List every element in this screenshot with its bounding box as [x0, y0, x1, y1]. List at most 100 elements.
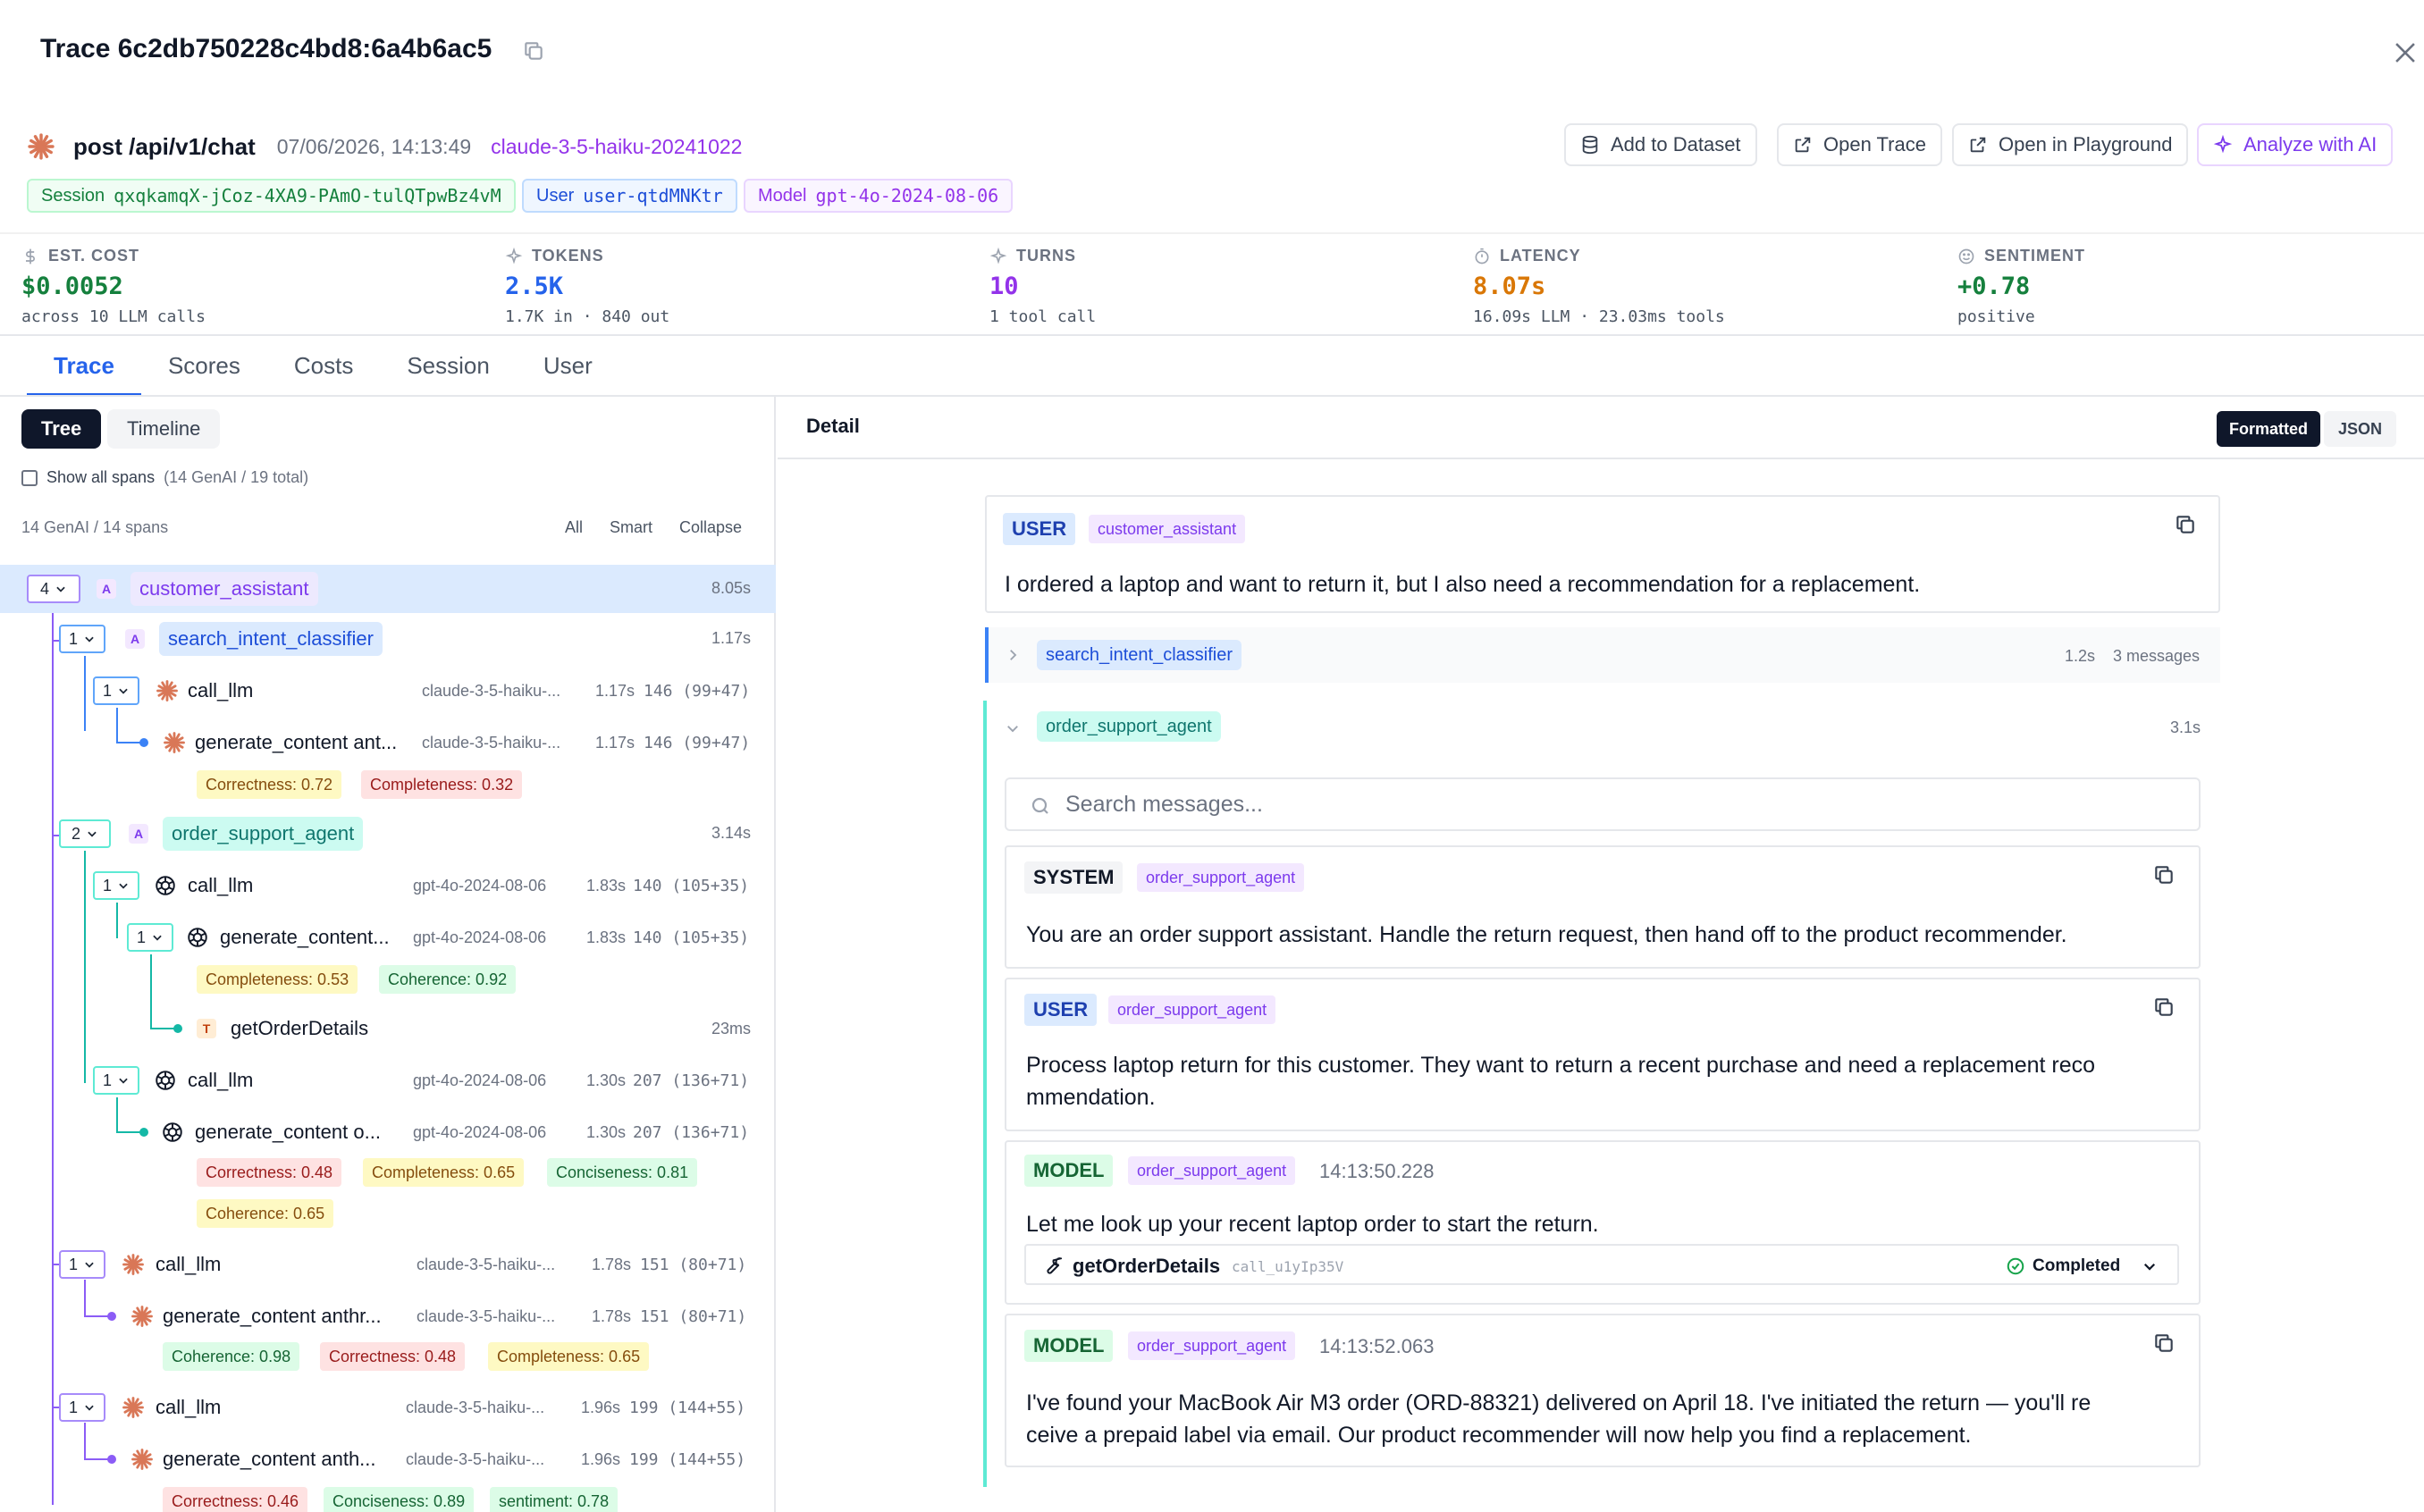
show-all-spans-toggle[interactable]: Show all spans (14 GenAI / 19 total): [21, 468, 308, 487]
metric-label: TOKENS: [532, 247, 604, 265]
message-text: Process laptop return for this customer.…: [1026, 1053, 2096, 1078]
expand-toggle[interactable]: 4: [27, 575, 80, 603]
view-timeline-button[interactable]: Timeline: [107, 409, 221, 449]
anthropic-icon: [131, 1449, 153, 1470]
chevron-down-icon: [153, 935, 162, 941]
expand-toggle[interactable]: 1: [59, 1393, 105, 1422]
search-messages-input[interactable]: Search messages...: [1005, 777, 2201, 831]
smart-expand-link[interactable]: Smart: [610, 518, 652, 537]
chevron-down-icon: [119, 688, 128, 694]
tab-user[interactable]: User: [517, 340, 619, 397]
openai-icon: [156, 876, 175, 895]
copy-icon[interactable]: [2152, 1331, 2176, 1355]
section-duration: 3.1s: [2170, 718, 2201, 736]
span-row-call-llm[interactable]: 1 call_llm claude-3-5-haiku-... 1.96s 19…: [0, 1383, 776, 1432]
section-search-intent-classifier[interactable]: search_intent_classifier 1.2s 3 messages: [985, 627, 2220, 683]
copy-icon[interactable]: [2152, 863, 2176, 886]
metric-cost: EST. COST $0.0052 across 10 LLM calls: [21, 247, 206, 326]
metric-label: SENTIMENT: [1984, 247, 2086, 265]
expand-toggle[interactable]: 1: [59, 1250, 105, 1279]
span-latency: 8.05s: [711, 579, 751, 597]
session-pill[interactable]: Session qxqkamqX-jCoz-4XA9-PAmO-tulQTpwB…: [27, 179, 516, 213]
span-row-generate-content[interactable]: generate_content ant... claude-3-5-haiku…: [0, 718, 776, 767]
timer-icon: [1475, 248, 1489, 264]
formatted-button[interactable]: Formatted: [2217, 411, 2321, 447]
expand-all-link[interactable]: All: [565, 518, 583, 537]
message-card-user: USER customer_assistant I ordered a lapt…: [985, 495, 2220, 613]
chevron-down-icon[interactable]: [2142, 1258, 2158, 1274]
analyze-with-ai-button[interactable]: Analyze with AI: [2197, 123, 2394, 166]
search-placeholder: Search messages...: [1065, 792, 1263, 817]
tab-scores[interactable]: Scores: [141, 340, 267, 397]
expand-toggle[interactable]: 1: [93, 1066, 139, 1095]
copy-icon[interactable]: [2174, 513, 2197, 536]
external-link-icon: [1795, 137, 1811, 153]
span-row-generate-content[interactable]: generate_content anth... claude-3-5-haik…: [0, 1435, 776, 1483]
show-all-label: Show all spans: [46, 468, 156, 486]
expand-toggle[interactable]: 1: [93, 676, 139, 705]
expand-toggle[interactable]: 1: [127, 923, 173, 952]
section-order-support-agent[interactable]: order_support_agent 3.1s: [985, 701, 2220, 756]
open-playground-button[interactable]: Open in Playground: [1952, 123, 2189, 166]
close-icon[interactable]: [2390, 38, 2420, 68]
open-trace-button[interactable]: Open Trace: [1777, 123, 1942, 166]
tab-costs[interactable]: Costs: [267, 340, 380, 397]
span-row-search-intent-classifier[interactable]: 1 A search_intent_classifier 1.17s: [0, 615, 776, 663]
checkbox[interactable]: [21, 469, 38, 486]
span-latency: 1.17s: [594, 682, 635, 700]
span-name: call_llm: [156, 1396, 222, 1418]
span-row-customer-assistant[interactable]: 4 A customer_assistant 8.05s: [0, 565, 776, 613]
session-value: qxqkamqX-jCoz-4XA9-PAmO-tulQTpwBz4vM: [114, 185, 501, 206]
metric-sub: positive: [1957, 307, 2035, 326]
span-tokens: 146 (99+47): [644, 682, 751, 701]
tool-status: Completed: [2033, 1256, 2121, 1275]
expand-toggle[interactable]: 2: [59, 819, 111, 848]
chevron-down-icon: [85, 1262, 94, 1268]
wrench-icon: [1047, 1257, 1062, 1274]
sparkle-icon: [2213, 135, 2233, 154]
section-accent: [985, 627, 989, 683]
model-link[interactable]: claude-3-5-haiku-20241022: [491, 135, 742, 159]
span-row-get-order-details[interactable]: T getOrderDetails 23ms: [0, 1004, 776, 1053]
message-text: Let me look up your recent laptop order …: [1026, 1212, 1599, 1237]
add-to-dataset-button[interactable]: Add to Dataset: [1564, 123, 1757, 166]
span-model: gpt-4o-2024-08-06: [413, 1123, 547, 1141]
copy-icon[interactable]: [522, 39, 545, 63]
tab-trace[interactable]: Trace: [27, 340, 141, 397]
tool-call-row[interactable]: getOrderDetails call_u1yIp35V Completed: [1024, 1244, 2179, 1285]
analyze-label: Analyze with AI: [2243, 133, 2378, 155]
section-name: order_support_agent: [1037, 711, 1221, 742]
span-row-generate-content[interactable]: generate_content o... gpt-4o-2024-08-06 …: [0, 1108, 776, 1156]
format-toggle: Formatted JSON: [2217, 411, 2397, 447]
copy-icon[interactable]: [2152, 995, 2176, 1019]
user-pill[interactable]: User user-qtdMNKtr: [522, 179, 737, 213]
span-tokens: 140 (105+35): [633, 877, 750, 895]
span-row-generate-content[interactable]: generate_content anthr... claude-3-5-hai…: [0, 1292, 776, 1340]
collapse-link[interactable]: Collapse: [679, 518, 742, 537]
json-button[interactable]: JSON: [2324, 411, 2397, 447]
tab-session[interactable]: Session: [380, 340, 517, 397]
chevron-down-icon: [85, 636, 94, 643]
span-row-call-llm[interactable]: 1 call_llm gpt-4o-2024-08-06 1.83s 140 (…: [0, 861, 776, 910]
metric-value: 8.07s: [1473, 273, 1546, 300]
check-circle-icon: [2007, 1257, 2024, 1275]
tool-name: getOrderDetails: [1073, 1255, 1221, 1277]
span-latency: 3.14s: [711, 824, 751, 842]
span-row-call-llm[interactable]: 1 call_llm claude-3-5-haiku-... 1.78s 15…: [0, 1240, 776, 1289]
model-pill[interactable]: Model gpt-4o-2024-08-06: [744, 179, 1014, 213]
score-badge: Conciseness: 0.81: [547, 1158, 698, 1187]
span-row-call-llm[interactable]: 1 call_llm gpt-4o-2024-08-06 1.30s 207 (…: [0, 1056, 776, 1105]
model-value: gpt-4o-2024-08-06: [815, 185, 999, 206]
expand-toggle[interactable]: 1: [59, 625, 105, 653]
expand-toggle[interactable]: 1: [93, 871, 139, 900]
span-row-order-support-agent[interactable]: 2 A order_support_agent 3.14s: [0, 810, 776, 858]
span-name: getOrderDetails: [231, 1017, 369, 1039]
session-key: Session: [41, 185, 105, 206]
view-tree-button[interactable]: Tree: [21, 409, 102, 449]
span-tokens: 199 (144+55): [629, 1399, 746, 1417]
role-badge: MODEL: [1024, 1155, 1114, 1187]
agent-kind-badge: A: [129, 824, 148, 844]
span-row-call-llm[interactable]: 1 call_llm claude-3-5-haiku-... 1.17s 14…: [0, 667, 776, 715]
span-row-generate-content[interactable]: 1 generate_content... gpt-4o-2024-08-06 …: [0, 913, 776, 962]
span-count: 14 GenAI / 14 spans: [21, 518, 169, 536]
